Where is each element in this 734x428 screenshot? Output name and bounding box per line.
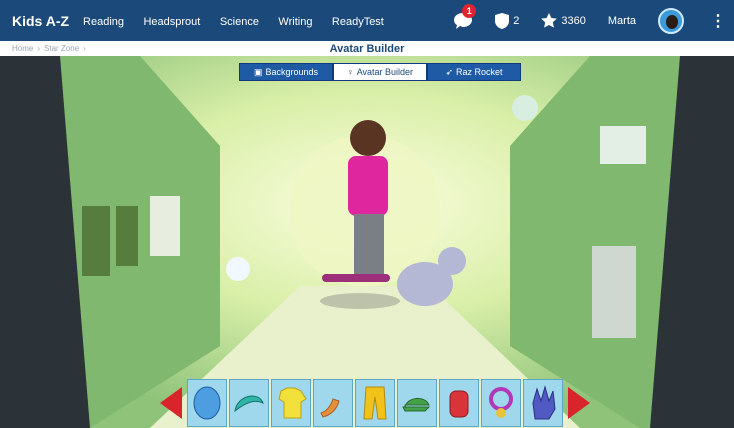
shields-count: 2 — [513, 14, 520, 27]
item-cap[interactable] — [397, 379, 437, 427]
person-icon: ♀ — [346, 67, 354, 77]
nav-writing[interactable]: Writing — [278, 16, 312, 28]
tab-backgrounds[interactable]: ▣ Backgrounds — [239, 63, 333, 81]
scene-illustration — [0, 56, 734, 428]
head-icon — [193, 386, 221, 420]
builder-tabs: ▣ Backgrounds ♀ Avatar Builder ➶ Raz Roc… — [239, 63, 521, 81]
shirt-icon — [278, 387, 307, 419]
notification-badge: 1 — [462, 3, 477, 18]
glove-icon — [532, 385, 556, 420]
item-collar[interactable] — [481, 379, 521, 427]
rocket-icon: ➶ — [445, 66, 453, 77]
item-hair[interactable] — [229, 379, 269, 427]
shields-counter[interactable]: 2 — [495, 12, 520, 29]
pants-icon — [363, 386, 387, 420]
stars-counter[interactable]: 3360 — [541, 12, 586, 29]
collar-icon — [489, 387, 513, 418]
tab-label: Avatar Builder — [356, 67, 414, 77]
spaceship-background — [0, 56, 734, 428]
stars-count: 3360 — [561, 14, 586, 27]
nav-reading[interactable]: Reading — [83, 16, 124, 28]
breadcrumb: Home › Star Zone › Avatar Builder — [0, 41, 734, 56]
arm-icon — [320, 398, 340, 418]
tab-label: Raz Rocket — [456, 67, 503, 77]
item-head[interactable] — [187, 379, 227, 427]
star-icon — [541, 12, 558, 28]
page-title: Avatar Builder — [329, 42, 405, 55]
top-nav-bar: Kids A-Z Reading Headsprout Science Writ… — [0, 0, 734, 41]
image-icon: ▣ — [253, 66, 263, 77]
tab-label: Backgrounds — [265, 67, 319, 77]
item-pants[interactable] — [355, 379, 395, 427]
brand-logo[interactable]: Kids A-Z — [12, 13, 69, 29]
previous-arrow-icon[interactable] — [160, 387, 182, 419]
item-backpack[interactable] — [439, 379, 479, 427]
item-shirt[interactable] — [271, 379, 311, 427]
next-arrow-icon[interactable] — [568, 387, 590, 419]
user-avatar[interactable] — [658, 7, 684, 34]
nav-headsprout[interactable]: Headsprout — [143, 16, 200, 28]
more-menu-icon[interactable]: ⋮ — [710, 11, 726, 31]
messages-button[interactable]: 1 — [453, 3, 477, 30]
nav-science[interactable]: Science — [220, 16, 259, 28]
backpack-icon — [449, 390, 469, 418]
item-arm[interactable] — [313, 379, 353, 427]
user-name[interactable]: Marta — [608, 15, 636, 27]
cap-icon — [402, 398, 431, 412]
nav-readytest[interactable]: ReadyTest — [332, 16, 384, 28]
tab-avatar-builder[interactable]: ♀ Avatar Builder — [333, 63, 427, 81]
shield-icon — [495, 12, 510, 29]
hair-icon — [234, 395, 264, 413]
item-picker — [160, 378, 590, 428]
item-glove[interactable] — [523, 379, 563, 427]
tab-raz-rocket[interactable]: ➶ Raz Rocket — [427, 63, 521, 81]
